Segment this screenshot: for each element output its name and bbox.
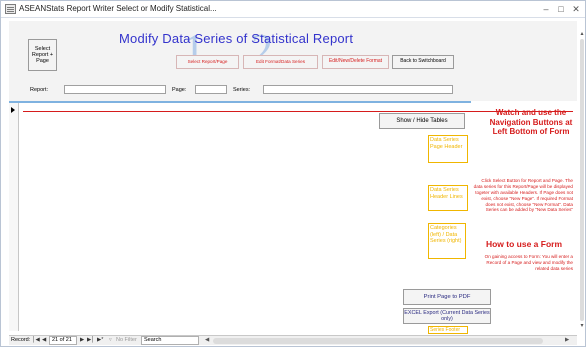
minimize-icon[interactable]: – [539, 3, 553, 15]
close-icon[interactable]: ✕ [569, 3, 583, 15]
previous-record-icon[interactable]: ◀ [42, 337, 46, 343]
series-footer-label: Series Footer [428, 326, 468, 334]
scroll-left-icon[interactable]: ◀ [205, 337, 209, 343]
edit-new-delete-format-button[interactable]: Edit/New/Delete Format [322, 55, 389, 69]
record-position-field[interactable]: 21 of 21 [49, 336, 77, 345]
excel-export-button[interactable]: EXCEL Export (Current Data Series only) [403, 308, 491, 324]
search-field[interactable]: Search [141, 336, 199, 345]
form-title: Modify Data Series of Statistical Report [119, 31, 354, 46]
last-record-icon[interactable]: ▶│ [87, 337, 95, 343]
select-report-page-nav-button[interactable]: Select Report/Page [176, 55, 239, 69]
categories-data-series-label: Categories (left) / Data Series (right) [428, 223, 466, 259]
current-record-arrow-icon [11, 107, 15, 113]
scroll-right-icon[interactable]: ▶ [565, 337, 569, 343]
edit-format-data-series-button[interactable]: Edit Format/Data Series [243, 55, 318, 69]
scroll-down-icon[interactable]: ▾ [579, 323, 585, 329]
select-report-page-button[interactable]: Select Report + Page [28, 39, 57, 71]
filter-icon: ▿ [109, 337, 112, 343]
series-label: Series: [233, 87, 251, 93]
report-label: Report: [30, 87, 49, 93]
vertical-scrollbar[interactable]: ▴ ▾ [579, 31, 585, 331]
no-filter-indicator[interactable]: No Filter [116, 337, 137, 343]
new-record-icon[interactable]: ▶* [97, 337, 103, 343]
maximize-icon[interactable]: □ [554, 3, 568, 15]
title-bar: ASEANStats Report Writer Select or Modif… [1, 1, 585, 18]
print-page-to-pdf-button[interactable]: Print Page to PDF [403, 289, 491, 305]
report-field[interactable] [64, 85, 166, 94]
instructions-text: Click Select Button for Report and Page.… [473, 178, 573, 213]
first-record-icon[interactable]: │◀ [32, 337, 40, 343]
page-field[interactable] [195, 85, 227, 94]
navigation-hint-heading: Watch and use the Navigation Buttons at … [489, 108, 573, 137]
record-selector[interactable] [9, 103, 19, 331]
show-hide-tables-button[interactable]: Show / Hide Tables [379, 113, 465, 129]
page-label: Page: [172, 87, 187, 93]
how-to-use-text: On gaining access to Form: You will ente… [484, 254, 573, 271]
back-to-switchboard-button[interactable]: Back to Switchboard [392, 55, 454, 69]
next-record-icon[interactable]: ▶ [80, 337, 84, 343]
scrollbar-thumb[interactable] [580, 39, 584, 321]
data-series-page-header-label: Data Series Page Header [428, 135, 468, 163]
record-navigation-bar: Record: │◀ ◀ 21 of 21 ▶ ▶│ ▶* ▿ No Filte… [9, 335, 577, 345]
window-title: ASEANStats Report Writer Select or Modif… [19, 4, 217, 13]
form-icon [5, 4, 16, 14]
scroll-up-icon[interactable]: ▴ [579, 31, 585, 37]
horizontal-scrollbar-thumb[interactable] [213, 338, 543, 344]
how-to-use-heading: How to use a Form [485, 239, 563, 249]
access-window: ASEANStats Report Writer Select or Modif… [0, 0, 586, 347]
series-field[interactable] [263, 85, 453, 94]
data-series-header-lines-label: Data Series Header Lines [428, 185, 468, 211]
record-label: Record: [11, 337, 31, 343]
